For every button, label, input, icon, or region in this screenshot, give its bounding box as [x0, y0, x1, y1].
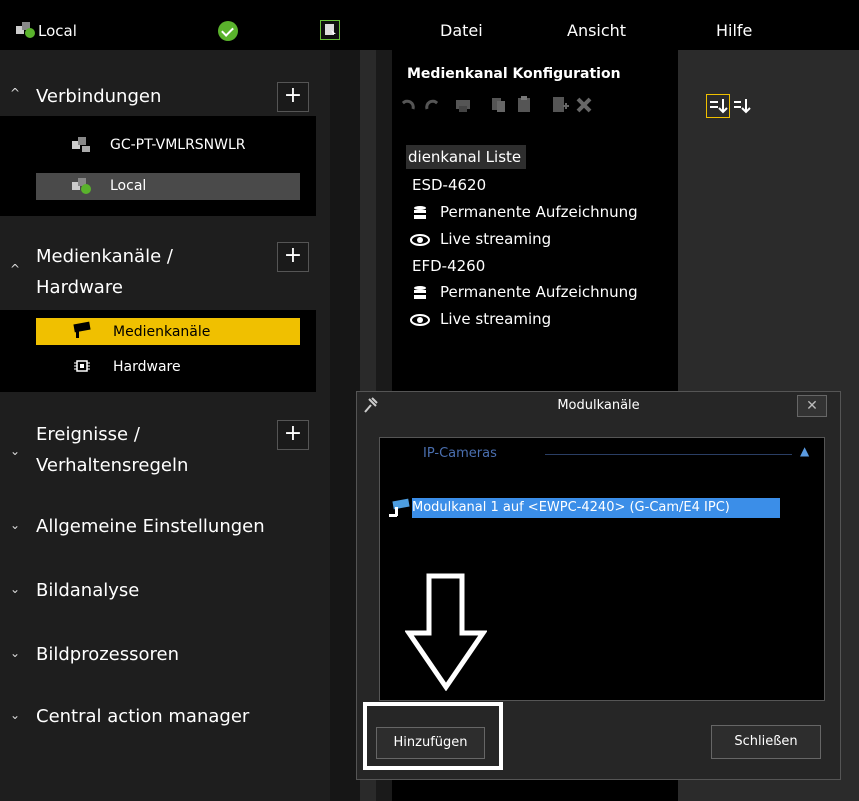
delete-icon[interactable] [574, 95, 594, 115]
section-ereignisse-line2[interactable]: Verhaltensregeln [36, 455, 188, 476]
connections-list [0, 116, 316, 216]
module-channel-item[interactable]: Modulkanal 1 auf <EWPC-4240> (G-Cam/E4 I… [412, 498, 780, 518]
chevron-down-icon[interactable]: ⌄ [10, 708, 20, 722]
camera-icon [70, 321, 92, 343]
database-icon [412, 285, 428, 305]
add-event-button[interactable]: + [277, 420, 309, 450]
print-icon[interactable] [453, 95, 473, 115]
sidebar-item-hardware[interactable]: Hardware [113, 359, 181, 375]
chevron-down-icon[interactable]: ⌄ [10, 582, 20, 596]
section-medienkanaele-line2[interactable]: Hardware [36, 277, 123, 298]
menu-hilfe[interactable]: Hilfe [716, 21, 752, 40]
menu-ansicht[interactable]: Ansicht [567, 21, 626, 40]
connection-icon [16, 22, 36, 42]
highlight-box [363, 702, 503, 770]
add-channel-icon[interactable] [550, 95, 570, 115]
close-icon[interactable]: ✕ [797, 395, 827, 417]
tree-device-item[interactable]: ESD-4620 [412, 176, 486, 194]
chevron-down-icon[interactable]: ⌄ [10, 518, 20, 532]
sort-desc-icon[interactable] [706, 94, 730, 118]
connection-name[interactable]: Local [38, 22, 77, 40]
tree-streaming-item[interactable]: Live streaming [440, 230, 551, 248]
connection-item[interactable]: GC-PT-VMLRSNWLR [110, 137, 246, 153]
section-medienkanaele[interactable]: Medienkanäle / [36, 246, 173, 267]
server-icon [72, 137, 92, 157]
arrow-down-icon [404, 573, 488, 695]
add-connection-button[interactable]: + [277, 82, 309, 112]
chip-icon [74, 358, 90, 378]
menu-datei[interactable]: Datei [440, 21, 483, 40]
tree-streaming-item[interactable]: Live streaming [440, 310, 551, 328]
tree-device-item[interactable]: EFD-4260 [412, 257, 485, 275]
camera-icon [387, 498, 411, 522]
dialog-title: Modulkanäle [557, 398, 640, 413]
local-connection-icon [72, 178, 92, 198]
chevron-up-icon[interactable]: ▲ [800, 444, 809, 458]
group-header[interactable]: IP-Cameras [423, 446, 497, 461]
section-bildanalyse[interactable]: Bildanalyse [36, 580, 139, 601]
chevron-up-icon[interactable]: ^ [10, 86, 20, 100]
sort-asc-icon[interactable] [732, 95, 752, 115]
paste-icon[interactable] [514, 95, 534, 115]
section-verbindungen[interactable]: Verbindungen [36, 86, 161, 107]
eye-icon [410, 232, 430, 251]
section-ereignisse[interactable]: Ereignisse / [36, 424, 140, 445]
chevron-up-icon[interactable]: ^ [10, 262, 20, 276]
list-header: dienkanal Liste [408, 148, 522, 166]
config-title: Medienkanal Konfiguration [407, 66, 621, 82]
document-icon[interactable] [320, 20, 340, 40]
group-divider [545, 454, 792, 455]
section-bildprozessoren[interactable]: Bildprozessoren [36, 644, 179, 665]
tree-recording-item[interactable]: Permanente Aufzeichnung [440, 203, 638, 221]
eye-icon [410, 312, 430, 331]
sidebar-item-label: Medienkanäle [113, 324, 211, 340]
chevron-down-icon[interactable]: ⌄ [10, 646, 20, 660]
section-central-action-manager[interactable]: Central action manager [36, 706, 249, 727]
connection-item-label: Local [110, 178, 147, 194]
copy-icon[interactable] [489, 95, 509, 115]
undo-icon[interactable] [398, 95, 418, 115]
check-icon [218, 21, 238, 41]
chevron-down-icon[interactable]: ⌄ [10, 444, 20, 458]
database-icon [412, 205, 428, 225]
redo-icon[interactable] [422, 95, 442, 115]
close-button[interactable]: Schließen [711, 725, 821, 759]
section-allgemeine-einstellungen[interactable]: Allgemeine Einstellungen [36, 516, 265, 537]
add-media-button[interactable]: + [277, 242, 309, 272]
tree-recording-item[interactable]: Permanente Aufzeichnung [440, 283, 638, 301]
